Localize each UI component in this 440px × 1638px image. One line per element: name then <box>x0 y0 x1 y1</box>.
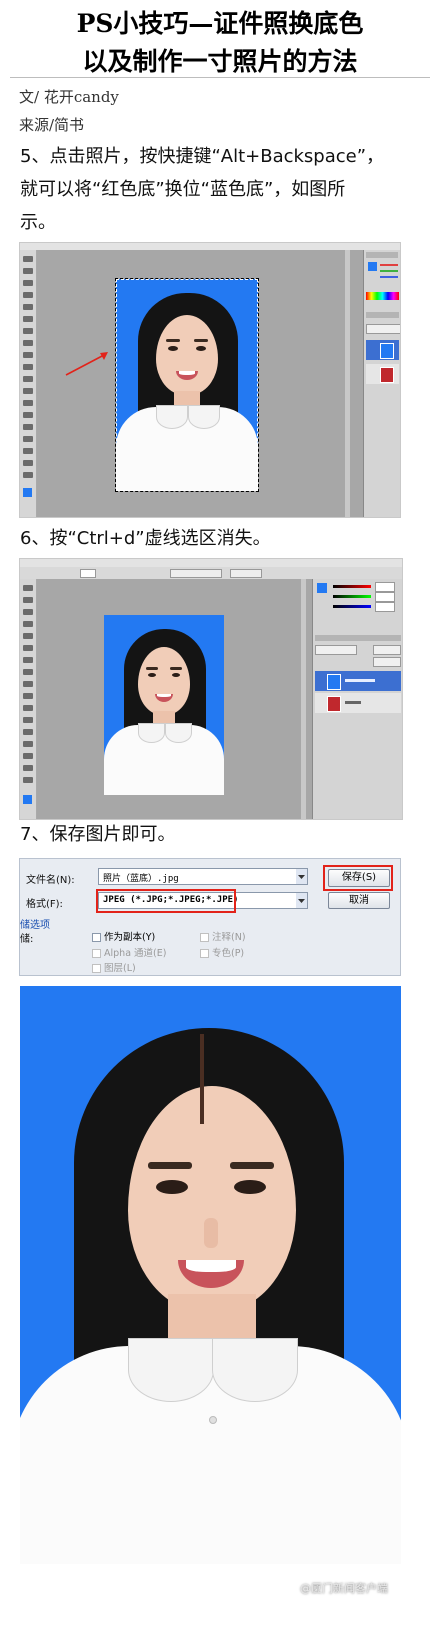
spot-label: 专色(P) <box>212 948 245 959</box>
right-eye <box>234 1180 266 1194</box>
format-label: 格式(F): <box>26 899 63 910</box>
alpha-checkbox <box>92 949 101 958</box>
canvas-scrollbar <box>301 579 306 819</box>
article-title-line2: 以及制作一寸照片的方法 <box>82 47 358 76</box>
filename-label: 文件名(N): <box>26 875 75 886</box>
id-photo-blue <box>104 615 224 795</box>
final-id-photo <box>20 986 401 1564</box>
save-as-dialog: 文件名(N): 照片（蓝底）.jpg 格式(F): JPEG (*.JPG;*.… <box>19 858 401 976</box>
as-copy-label: 作为副本(Y) <box>104 932 156 943</box>
watermark-text: @厦门新闻客户端 <box>300 1582 388 1595</box>
opacity-field[interactable] <box>373 645 401 655</box>
option-spot: 专色(P) <box>200 945 244 959</box>
save-options-label: 储选项 <box>20 920 50 931</box>
cancel-button[interactable]: 取消 <box>328 892 390 909</box>
fill-field[interactable] <box>373 657 401 667</box>
step7-text: 7、保存图片即可。 <box>20 824 176 845</box>
red-arrow-icon <box>65 352 108 376</box>
layer-row-background[interactable] <box>315 693 401 713</box>
spot-checkbox <box>200 949 209 958</box>
blend-mode-field[interactable] <box>315 645 357 655</box>
option-notes: 注释(N) <box>200 929 246 943</box>
photoshop-screenshot-step5 <box>19 242 401 518</box>
foreground-color-swatch <box>23 488 32 497</box>
layers-label: 图层(L) <box>104 963 136 974</box>
notes-label: 注释(N) <box>212 932 246 943</box>
tools-panel <box>20 579 37 819</box>
tools-panel <box>20 250 37 517</box>
canvas-scrollbar <box>345 250 350 517</box>
author-line: 文/ 花开candy <box>19 88 119 106</box>
left-eye <box>156 1180 188 1194</box>
storage-label: 储: <box>20 934 34 945</box>
option-alpha: Alpha 通道(E) <box>92 945 166 959</box>
save-highlight-box <box>323 865 393 891</box>
article-title-line1: PS小技巧—证件照换底色 <box>76 9 364 38</box>
layer-row-selected[interactable] <box>366 340 399 360</box>
step5-line3: 示。 <box>20 212 56 233</box>
step6-text: 6、按“Ctrl+d”虚线选区消失。 <box>20 528 271 549</box>
photoshop-screenshot-step6 <box>19 558 403 820</box>
layers-checkbox <box>92 964 101 973</box>
layer-row-background[interactable] <box>366 364 399 384</box>
option-layers: 图层(L) <box>92 960 136 974</box>
format-highlight-box <box>96 889 236 913</box>
blend-mode-field[interactable] <box>366 324 400 334</box>
format-dropdown-arrow-icon[interactable] <box>296 893 307 908</box>
step5-line1: 5、点击照片，按快捷键“Alt+Backspace”， <box>20 146 385 167</box>
right-panels <box>312 579 402 819</box>
source-line: 来源/简书 <box>19 116 85 134</box>
option-as-copy[interactable]: 作为副本(Y) <box>92 929 155 943</box>
notes-checkbox <box>200 933 209 942</box>
layer-row-selected[interactable] <box>315 671 401 691</box>
alpha-label: Alpha 通道(E) <box>104 948 167 959</box>
filename-input[interactable]: 照片（蓝底）.jpg <box>98 868 308 885</box>
filename-dropdown-arrow-icon[interactable] <box>296 869 307 884</box>
color-ramp <box>366 292 399 300</box>
title-divider <box>10 77 430 78</box>
color-swatch <box>368 262 377 271</box>
foreground-color-swatch <box>23 795 32 804</box>
as-copy-checkbox[interactable] <box>92 933 101 942</box>
color-swatch <box>317 583 327 593</box>
selection-marquee <box>115 278 259 492</box>
right-panels <box>363 250 400 517</box>
step5-line2: 就可以将“红色底”换位“蓝色底”，如图所 <box>20 179 346 200</box>
